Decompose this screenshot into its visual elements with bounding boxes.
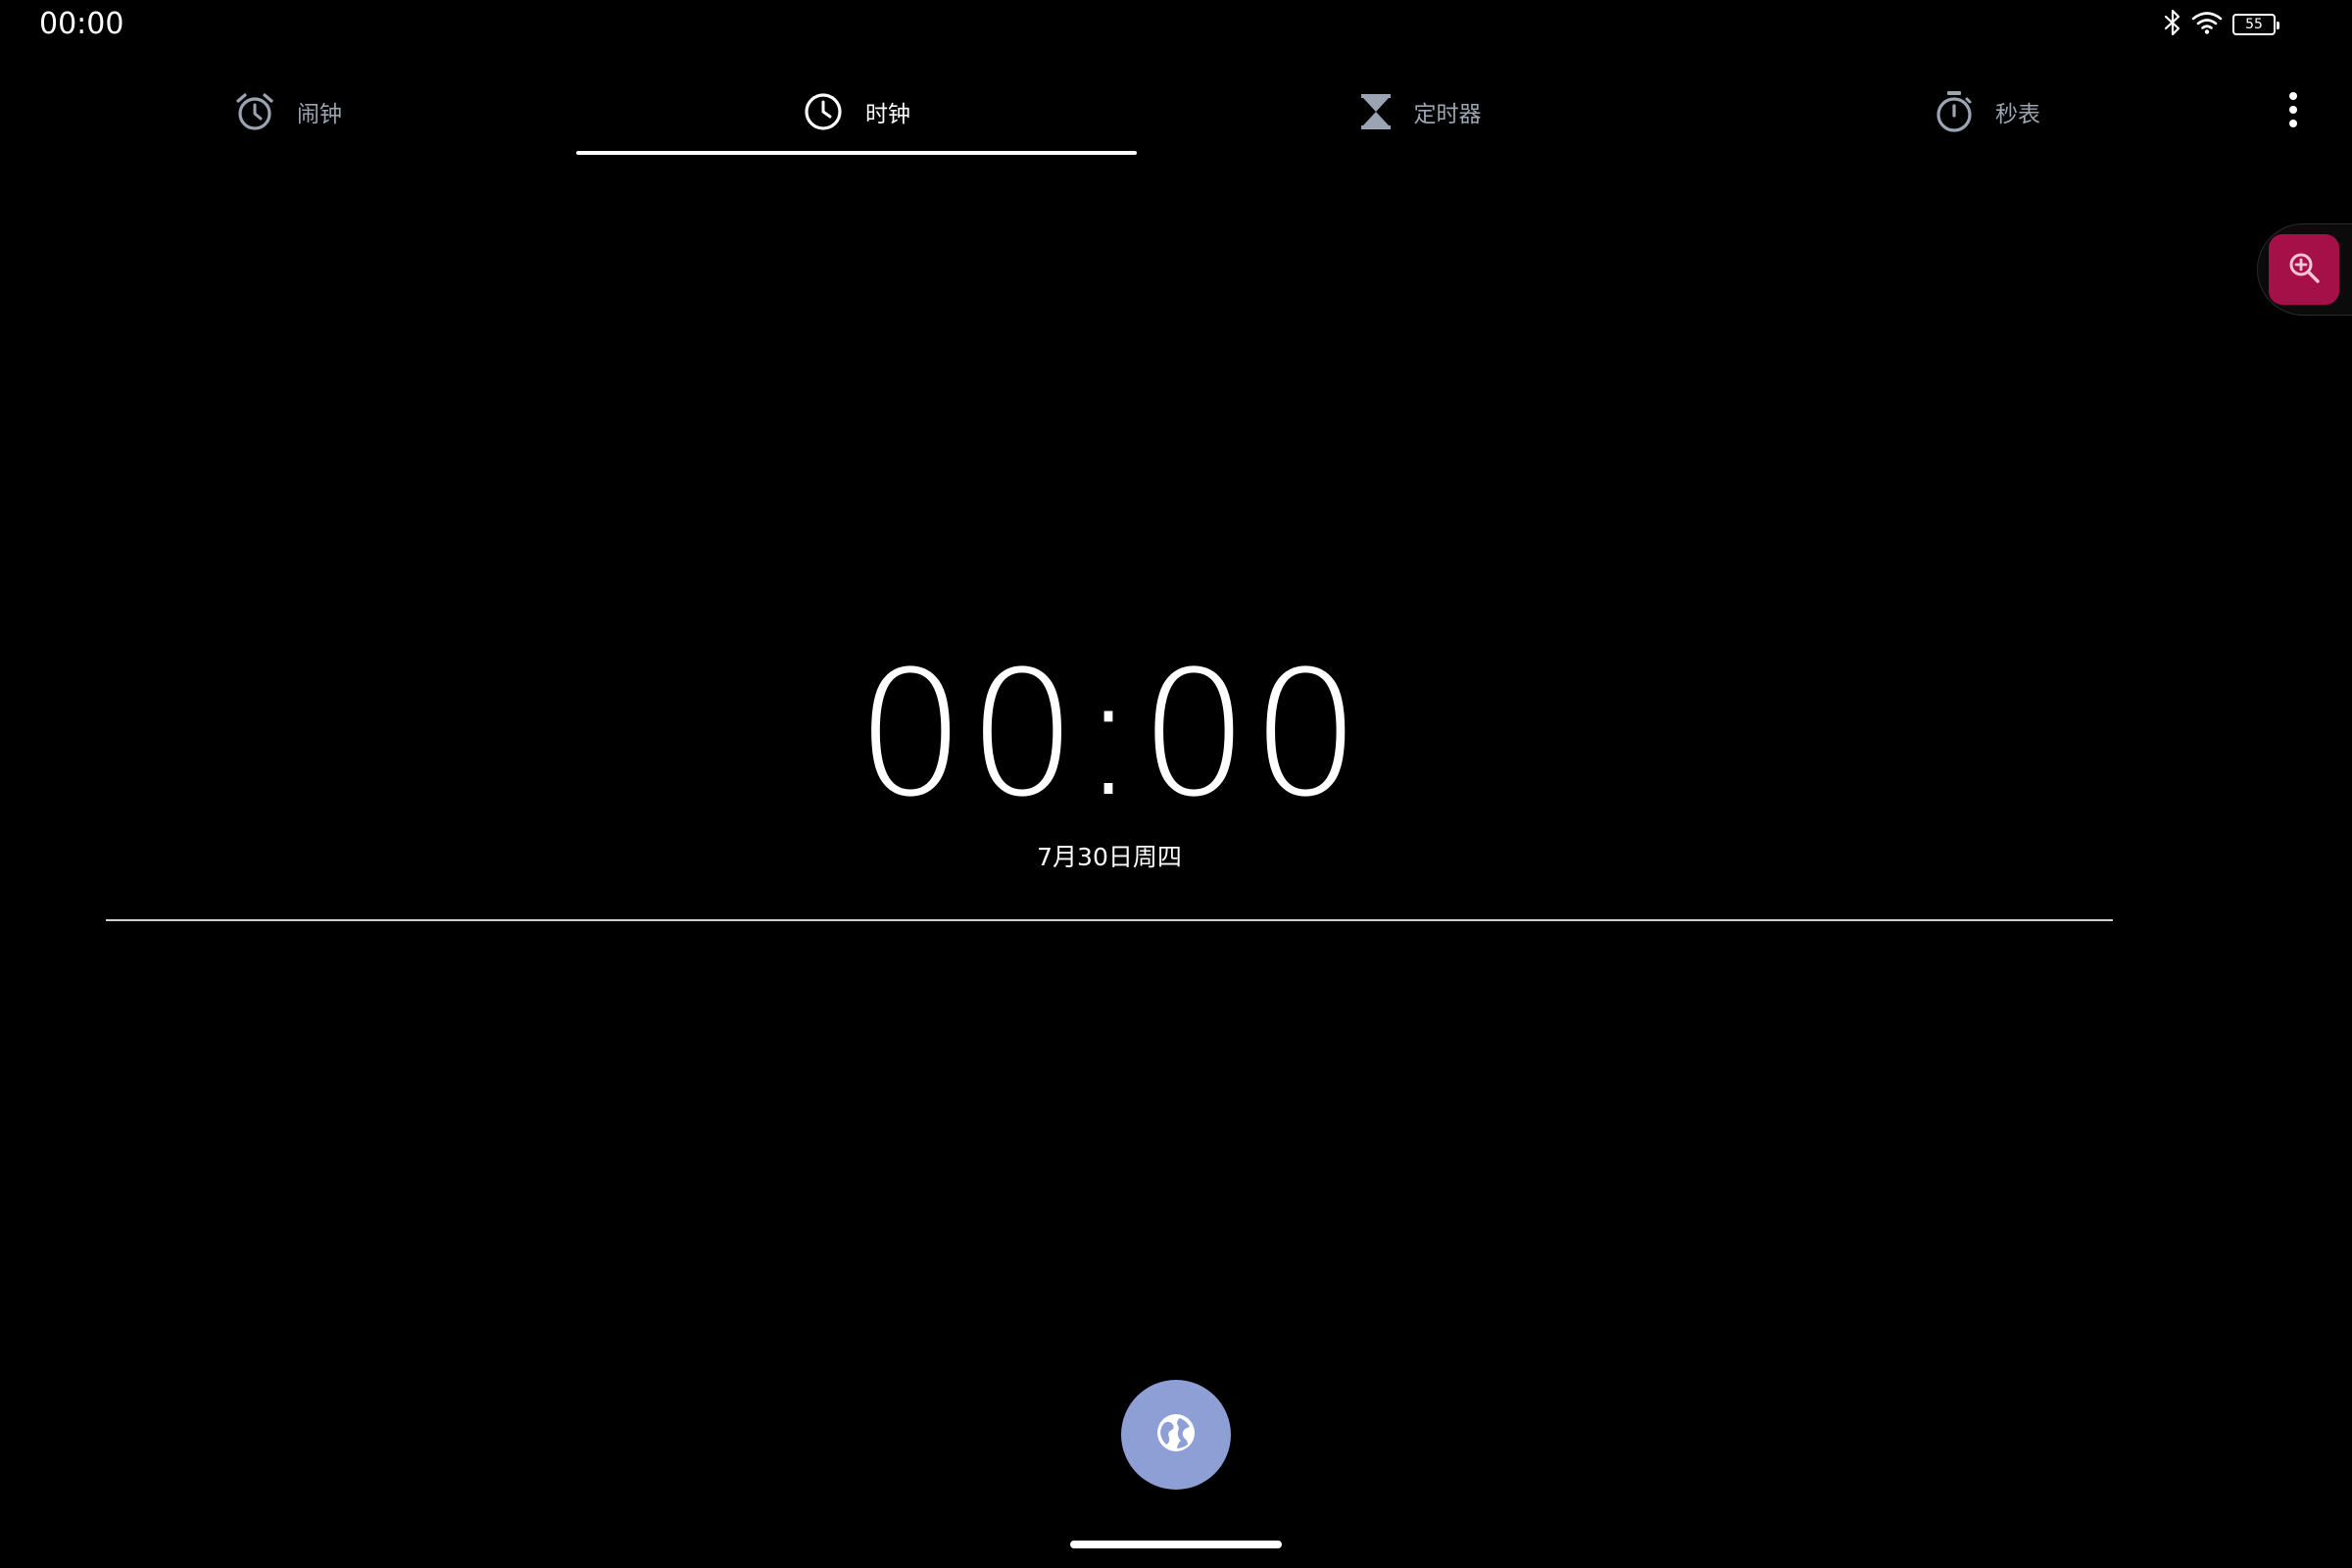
clock-app-screen: 00:00 55 闹钟 时钟 定时器 秒表 00:00 7月30日周四 — [0, 0, 2352, 1568]
active-tab-indicator — [576, 151, 1137, 155]
clock-icon — [803, 91, 844, 132]
stopwatch-icon — [1935, 90, 1974, 133]
tab-alarm[interactable]: 闹钟 — [0, 69, 576, 155]
clock-date: 7月30日周四 — [1037, 843, 1182, 871]
battery-icon: 55 — [2232, 14, 2279, 35]
status-bar-icons: 55 — [2164, 9, 2279, 40]
tab-alarm-label: 闹钟 — [297, 102, 342, 127]
globe-icon — [1155, 1412, 1197, 1457]
tab-timer-label: 定时器 — [1413, 102, 1482, 127]
more-vert-icon[interactable] — [2274, 76, 2313, 143]
tab-stopwatch[interactable]: 秒表 — [1703, 69, 2272, 155]
gesture-nav-handle[interactable] — [1070, 1541, 1282, 1548]
tab-stopwatch-label: 秒表 — [1995, 102, 2040, 127]
digital-clock: 00:00 — [856, 634, 1363, 835]
battery-level: 55 — [2245, 17, 2263, 32]
wifi-icon — [2191, 10, 2223, 39]
hourglass-icon — [1359, 93, 1393, 130]
zoom-in-button[interactable] — [2269, 234, 2339, 305]
alarm-icon — [234, 91, 275, 132]
tab-clock-label: 时钟 — [865, 102, 910, 127]
bluetooth-icon — [2164, 9, 2181, 40]
tab-timer[interactable]: 定时器 — [1137, 69, 1703, 155]
status-bar-time: 00:00 — [39, 7, 124, 41]
world-clock-button[interactable] — [1121, 1380, 1231, 1490]
zoom-in-icon — [2287, 251, 2321, 288]
divider — [106, 919, 2113, 921]
tab-bar: 闹钟 时钟 定时器 秒表 — [0, 69, 2274, 159]
tab-clock[interactable]: 时钟 — [576, 69, 1137, 155]
